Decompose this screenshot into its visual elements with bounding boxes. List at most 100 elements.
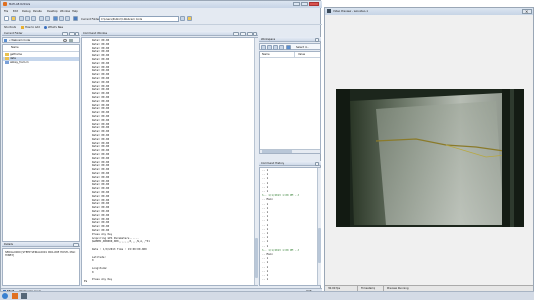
workspace-hscrollbar[interactable] <box>260 149 320 153</box>
simulink-icon[interactable] <box>53 16 58 21</box>
history-entry[interactable]: -- 1 <box>262 266 268 269</box>
ch-close-icon[interactable] <box>315 162 319 166</box>
history-entry[interactable]: -- 1 <box>262 215 268 218</box>
history-entry[interactable]: -- 1 <box>262 207 268 210</box>
cw-close-icon[interactable] <box>253 32 257 36</box>
menu-file[interactable]: File <box>4 10 8 13</box>
scrollbar-thumb[interactable] <box>255 238 258 278</box>
profiler-icon[interactable] <box>65 16 70 21</box>
taskbar-preview-icon[interactable] <box>21 293 27 299</box>
menu-window[interactable]: Window <box>60 10 70 13</box>
history-entry[interactable]: -- 1 <box>262 236 268 239</box>
history-entry[interactable]: -- 1 <box>262 257 268 260</box>
menu-debug[interactable]: Debug <box>22 10 31 13</box>
import-data-icon[interactable] <box>267 45 272 50</box>
taskbar-matlab-icon[interactable] <box>12 293 18 299</box>
redo-icon[interactable] <box>45 16 50 21</box>
column-header-line <box>3 51 79 52</box>
menu-help[interactable]: Help <box>72 10 78 13</box>
cut-icon[interactable] <box>19 16 24 21</box>
workspace-value-column[interactable]: Value <box>298 53 305 56</box>
history-entry[interactable]: -- 1 <box>262 177 268 180</box>
command-output-line: Data= 00.00 <box>92 130 110 134</box>
history-entry[interactable]: -- 1 <box>262 245 268 248</box>
undo-icon[interactable] <box>39 16 44 21</box>
history-entry[interactable]: -- 1 <box>262 186 268 189</box>
menu-desktop[interactable]: Desktop <box>47 10 58 13</box>
history-scroll-thumb[interactable] <box>318 228 321 263</box>
maximize-button[interactable] <box>301 2 308 6</box>
how-to-add-link[interactable]: How to Add <box>25 26 40 29</box>
new-variable-icon[interactable] <box>261 45 266 50</box>
whats-new-link[interactable]: What's New <box>48 26 63 29</box>
menu-parallel[interactable]: Parallel <box>33 10 42 13</box>
ws-close-icon[interactable] <box>315 38 319 42</box>
history-scrollbar[interactable] <box>317 168 321 285</box>
command-output-line: Data= 00.00 <box>92 54 110 58</box>
open-folder-icon[interactable] <box>11 16 16 21</box>
settings-folder-icon[interactable] <box>69 39 73 42</box>
history-entry[interactable]: -- 1 <box>262 278 268 281</box>
history-entry[interactable]: -- 1 <box>262 182 268 185</box>
history-entry[interactable]: %-- 1/1/2013 1:00 PM --% <box>262 194 299 197</box>
details-collapse-icon[interactable] <box>73 243 79 247</box>
history-entry[interactable]: %-- 1/1/2013 1:00 PM --% <box>262 249 299 252</box>
folder-dropdown-icon[interactable] <box>180 16 185 21</box>
history-entry[interactable]: -- 1 <box>262 270 268 273</box>
command-window[interactable]: Data= 00.00 Data= 00.00 Data= 00.00 Data= 0… <box>81 37 258 286</box>
preview-titlebar: Video Preview - winvideo-1 × <box>325 8 533 15</box>
history-entry[interactable]: -- 1 <box>262 240 268 243</box>
command-window-header: Command Window <box>81 31 258 36</box>
name-column-header[interactable]: Name <box>11 46 19 49</box>
current-folder-title: Current Folder <box>4 32 23 35</box>
copy-icon[interactable] <box>25 16 30 21</box>
folder-breadcrumb[interactable]: « Webcam Code <box>9 39 30 42</box>
hscroll-thumb[interactable] <box>262 150 292 153</box>
windows-start-icon[interactable] <box>2 293 8 299</box>
workspace-name-column[interactable]: Name <box>262 53 270 56</box>
history-entry[interactable]: -- 1 <box>262 211 268 214</box>
history-entry[interactable]: -- 1 <box>262 228 268 231</box>
history-entry[interactable]: -- 1 <box>262 190 268 193</box>
panel-close-icon[interactable] <box>75 32 79 36</box>
search-folder-icon[interactable] <box>63 39 67 42</box>
shortcuts-bar: Shortcuts How to Add What's New <box>1 24 322 30</box>
history-entry[interactable]: -- 1 <box>262 224 268 227</box>
browse-folder-icon[interactable] <box>187 16 192 21</box>
command-window-scrollbar[interactable] <box>254 38 258 285</box>
history-entry[interactable]: -- Main <box>262 198 273 201</box>
select-data-dropdown[interactable]: Select d... <box>296 46 309 49</box>
history-entry[interactable]: -- 1 <box>262 232 268 235</box>
history-entry[interactable]: -- 1 <box>262 203 268 206</box>
close-button[interactable] <box>309 2 319 6</box>
history-entry[interactable]: -- 1 <box>262 219 268 222</box>
history-entry[interactable]: -- 1 <box>262 169 268 172</box>
back-arrow-icon[interactable] <box>4 39 7 42</box>
command-prompt[interactable]: fx <box>84 280 87 283</box>
command-output-line: Data= 00.00 <box>92 99 110 103</box>
shortcuts-label[interactable]: Shortcuts <box>4 26 16 29</box>
history-entry[interactable]: -- 1 <box>262 173 268 176</box>
cw-undock-icon[interactable] <box>240 32 246 36</box>
save-workspace-icon[interactable] <box>273 45 278 50</box>
print-icon[interactable] <box>279 45 284 50</box>
menu-edit[interactable]: Edit <box>13 10 18 13</box>
command-output-line: Data= 00.00 <box>92 92 110 96</box>
details-title: Details <box>4 243 13 246</box>
file-row[interactable]: abbay_frem.m <box>3 61 79 65</box>
cw-menu-icon[interactable] <box>233 32 239 36</box>
plot-icon[interactable] <box>286 45 291 50</box>
command-output-line: Data= 00.00 <box>92 39 110 42</box>
paste-icon[interactable] <box>31 16 36 21</box>
history-entry[interactable]: -- 1 <box>262 261 268 264</box>
help-icon[interactable] <box>73 16 78 21</box>
new-file-icon[interactable] <box>4 16 9 21</box>
command-history[interactable]: -- 1 -- 1 -- 1 -- 1 -- 1 -- 1 %-- 1/1/2013 1:0… <box>259 167 321 286</box>
workspace-toolbar: Select d... <box>259 43 321 50</box>
panel-menu-icon[interactable] <box>62 32 68 36</box>
guide-icon[interactable] <box>59 16 64 21</box>
current-folder-path-field[interactable]: C:\Users\Public\V-Webcam Code <box>99 16 179 22</box>
history-entry[interactable]: -- Main <box>262 253 273 256</box>
history-entry[interactable]: -- 1 <box>262 274 268 277</box>
minimize-button[interactable] <box>293 2 300 6</box>
